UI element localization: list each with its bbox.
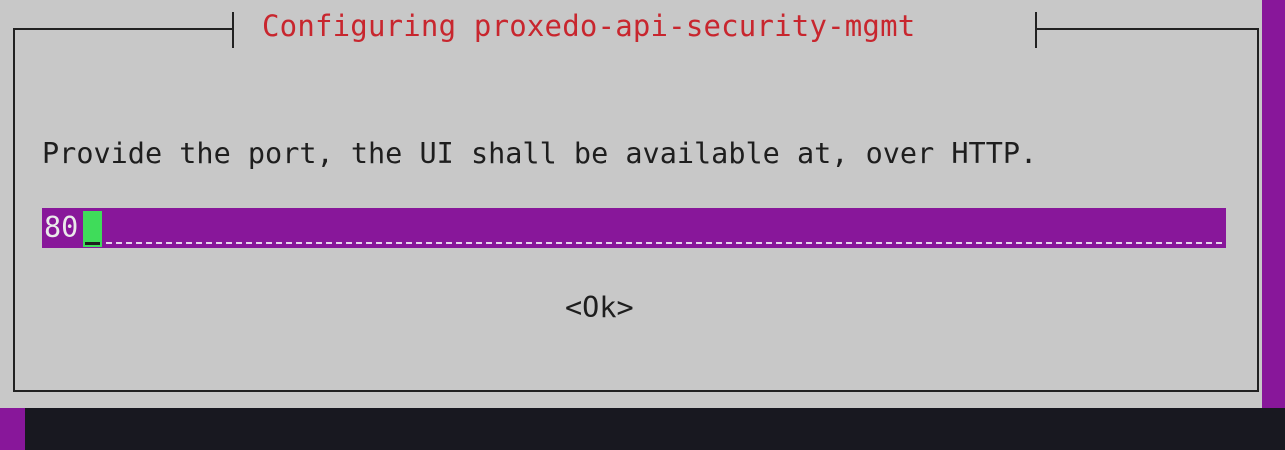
frame-top-right-border <box>1036 28 1257 30</box>
port-input-value: 80 <box>44 211 79 244</box>
title-left-tick <box>232 12 234 48</box>
port-input[interactable]: 80 <box>42 208 1226 248</box>
title-right-tick <box>1035 12 1037 48</box>
cursor-underline <box>85 242 100 245</box>
terminal-screen: Configuring proxedo-api-security-mgmt Pr… <box>0 0 1285 450</box>
config-dialog: Configuring proxedo-api-security-mgmt Pr… <box>0 0 1262 408</box>
input-underline-fill <box>106 242 1222 244</box>
frame-top-left-border <box>13 28 233 30</box>
prompt-text: Provide the port, the UI shall be availa… <box>42 137 1038 170</box>
dialog-title: Configuring proxedo-api-security-mgmt <box>262 9 916 43</box>
ok-button[interactable]: <Ok> <box>565 291 634 324</box>
dialog-shadow <box>25 408 1285 450</box>
